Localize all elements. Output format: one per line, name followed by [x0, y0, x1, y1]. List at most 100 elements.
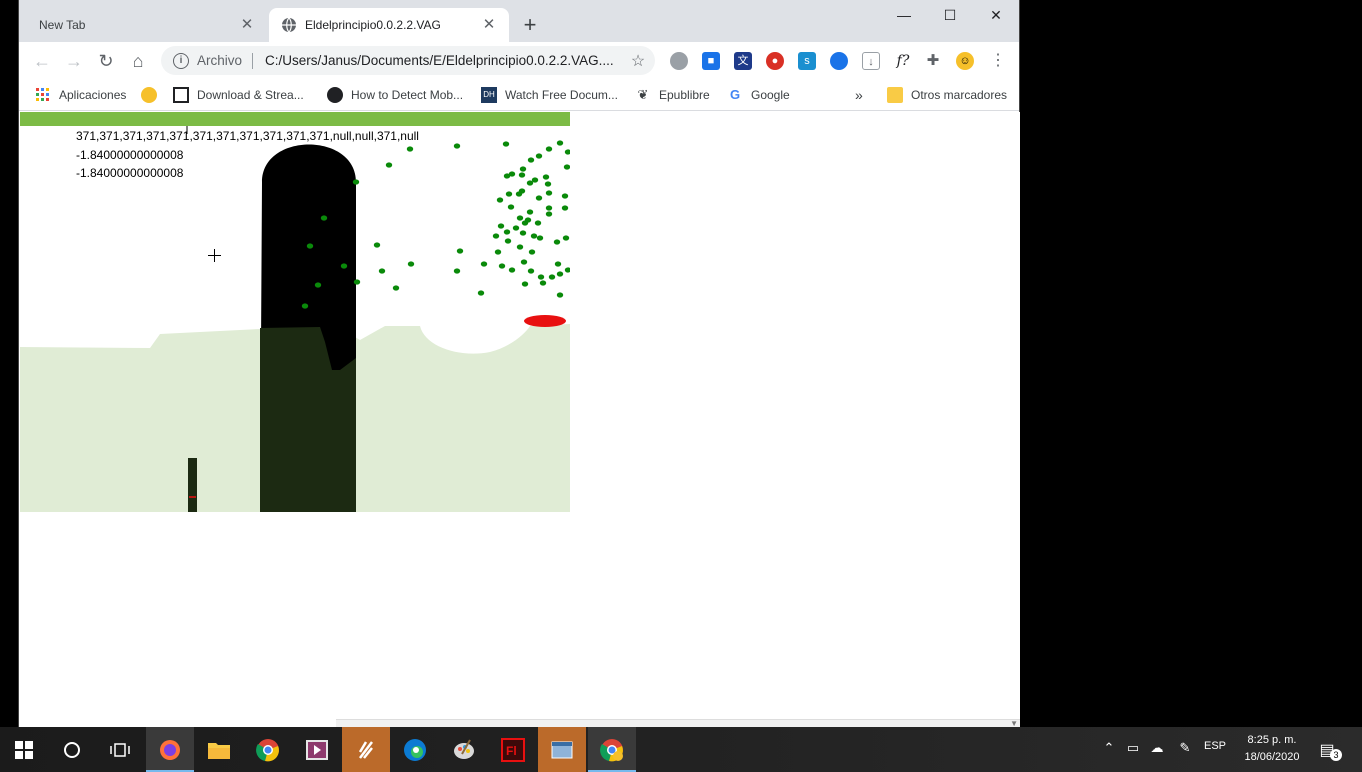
- taskbar-flash[interactable]: Fl: [489, 727, 537, 772]
- leaf-dot: [526, 209, 534, 215]
- taskbar-firefox[interactable]: [146, 727, 194, 772]
- leaf-dot: [561, 193, 569, 199]
- bookmark-star-icon[interactable]: ☆: [627, 51, 649, 71]
- leaf-dot: [527, 157, 535, 163]
- mob-icon: [327, 87, 343, 103]
- extension-translate-icon[interactable]: 文: [734, 52, 752, 70]
- window-close-icon[interactable]: ✕: [973, 4, 1019, 28]
- extension-s-icon[interactable]: s: [798, 52, 816, 70]
- home-icon[interactable]: ⌂: [127, 50, 149, 72]
- taskbar-video-editor[interactable]: [293, 727, 341, 772]
- new-tab-plus-icon[interactable]: +: [519, 14, 541, 36]
- bookmark-google[interactable]: G Google: [727, 85, 790, 105]
- leaf-dot: [492, 233, 500, 239]
- film-icon: [306, 739, 328, 760]
- taskbar-window-app[interactable]: [538, 727, 586, 772]
- info-icon[interactable]: i: [173, 52, 189, 69]
- leaf-dot: [556, 271, 564, 277]
- bookmark-archive[interactable]: Download & Strea...: [173, 85, 304, 105]
- tray-clock[interactable]: 8:25 p. m. 18/06/2020: [1236, 732, 1308, 766]
- taskbar-edge[interactable]: [391, 727, 439, 772]
- minimize-icon[interactable]: —: [881, 4, 927, 28]
- leaf-dot: [498, 263, 506, 269]
- tray-pen-icon[interactable]: ✎: [1176, 740, 1194, 758]
- horizontal-scrollbar[interactable]: ▼: [336, 719, 1020, 728]
- leaf-dot: [545, 211, 553, 217]
- tray-network-icon[interactable]: ▭: [1124, 740, 1142, 758]
- extension-grey-icon[interactable]: [670, 52, 688, 70]
- folder-icon: [887, 87, 903, 103]
- leaf-dot: [527, 268, 535, 274]
- bookmark-other[interactable]: Otros marcadores: [887, 85, 1007, 105]
- close-icon[interactable]: ✕: [239, 17, 255, 33]
- paint-palette-icon: [454, 739, 474, 759]
- leaf-dot: [519, 166, 527, 172]
- bookmark-mob[interactable]: How to Detect Mob...: [327, 85, 463, 105]
- windows-taskbar: Fl ⌃ ▭ ☁ ✎ ESP 8:25 p. m. 18/06/2020 ▤ 3: [0, 727, 1362, 772]
- leaf-dot: [507, 204, 515, 210]
- extension-microphone-icon[interactable]: ●: [766, 52, 784, 70]
- leaf-dot: [545, 146, 553, 152]
- url-text[interactable]: C:/Users/Janus/Documents/E/Eldelprincipi…: [265, 53, 627, 68]
- bookmarks-overflow-icon[interactable]: »: [855, 85, 863, 105]
- bookmark-dh[interactable]: DH Watch Free Docum...: [481, 85, 618, 105]
- apps-grid-icon: [36, 88, 49, 101]
- bookmarks-bar: Aplicaciones Download & Strea... How to …: [19, 80, 1019, 111]
- leaf-dot: [340, 263, 348, 269]
- firefox-icon: [160, 739, 180, 760]
- tab-new-tab[interactable]: New Tab ✕: [27, 8, 267, 42]
- bookmark-apps[interactable]: Aplicaciones: [35, 85, 126, 105]
- taskbar-active-app[interactable]: [342, 727, 390, 772]
- close-icon[interactable]: ✕: [481, 17, 497, 33]
- profile-avatar-icon[interactable]: ☺: [956, 52, 974, 70]
- leaf-dot: [548, 274, 556, 280]
- bookmark-epublibre[interactable]: ❦ Epublibre: [635, 85, 710, 105]
- leaf-dot: [544, 181, 552, 187]
- leaf-dot: [503, 173, 511, 179]
- tray-chevron-up-icon[interactable]: ⌃: [1100, 740, 1118, 758]
- smiley-icon: [141, 87, 157, 103]
- extension-bookmark-icon[interactable]: ■: [702, 52, 720, 70]
- tray-language[interactable]: ESP: [1204, 740, 1226, 752]
- tray-onedrive-icon[interactable]: ☁: [1148, 740, 1166, 758]
- leaf-dot: [504, 238, 512, 244]
- taskbar-paint[interactable]: [440, 727, 488, 772]
- leaf-dot: [542, 174, 550, 180]
- reload-icon[interactable]: ↻: [95, 50, 117, 72]
- taskbar-file-explorer[interactable]: [195, 727, 243, 772]
- leaf-dot: [563, 164, 570, 170]
- bookmark-smiley[interactable]: [141, 85, 165, 105]
- leaf-dot: [562, 235, 570, 241]
- leaf-dot: [554, 261, 562, 267]
- taskbar-chrome-open[interactable]: [588, 727, 636, 772]
- start-button[interactable]: [0, 727, 48, 772]
- address-bar[interactable]: i Archivo C:/Users/Janus/Documents/E/Eld…: [161, 46, 655, 75]
- leaf-dot: [314, 282, 322, 288]
- leaf-dot: [561, 205, 569, 211]
- menu-kebab-icon[interactable]: ⋮: [989, 52, 1007, 70]
- search-button[interactable]: [48, 727, 96, 772]
- leaf-dot: [524, 217, 532, 223]
- tab-title: Eldelprincipio0.0.2.2.VAG: [305, 18, 441, 32]
- tab-strip: New Tab ✕ Eldelprincipio0.0.2.2.VAG ✕ + …: [19, 0, 1019, 42]
- taskbar-chrome[interactable]: [244, 727, 292, 772]
- tab-active[interactable]: Eldelprincipio0.0.2.2.VAG ✕: [269, 8, 509, 42]
- leaf-dot: [505, 191, 513, 197]
- extension-chat-icon[interactable]: [830, 52, 848, 70]
- extension-formula-icon[interactable]: f?: [892, 52, 914, 70]
- leaf-dot: [534, 220, 542, 226]
- red-object: [524, 315, 566, 327]
- leaf-dot: [496, 197, 504, 203]
- chrome-profile-icon: [600, 738, 623, 761]
- extensions-puzzle-icon[interactable]: ✚: [924, 52, 942, 70]
- clock-time: 8:25 p. m.: [1247, 734, 1297, 746]
- leaf-dot: [477, 290, 485, 296]
- epublibre-icon: ❦: [637, 87, 649, 102]
- task-view-button[interactable]: [96, 727, 144, 772]
- leaf-dot: [545, 190, 553, 196]
- forward-arrow-icon[interactable]: →: [63, 50, 85, 72]
- debug-value-2: -1.84000000000008: [76, 166, 184, 180]
- maximize-icon[interactable]: ☐: [927, 4, 973, 28]
- back-arrow-icon[interactable]: ←: [31, 50, 53, 72]
- extension-download-icon[interactable]: ↓: [862, 52, 880, 70]
